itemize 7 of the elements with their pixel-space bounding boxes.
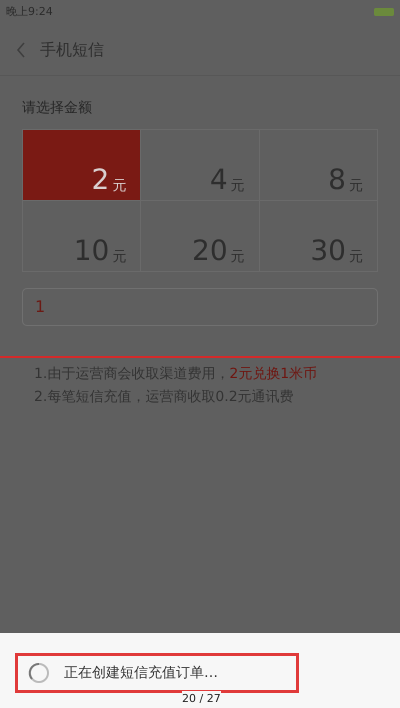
loading-message: 正在创建短信充值订单… [64,664,218,682]
battery-icon [374,8,394,16]
amount-label: 请选择金额 [22,99,93,118]
amount-field[interactable]: 1 [22,288,378,326]
back-icon[interactable] [16,42,26,58]
loading-spinner-icon [28,662,50,684]
amount-option[interactable]: 2 元 [23,130,142,201]
